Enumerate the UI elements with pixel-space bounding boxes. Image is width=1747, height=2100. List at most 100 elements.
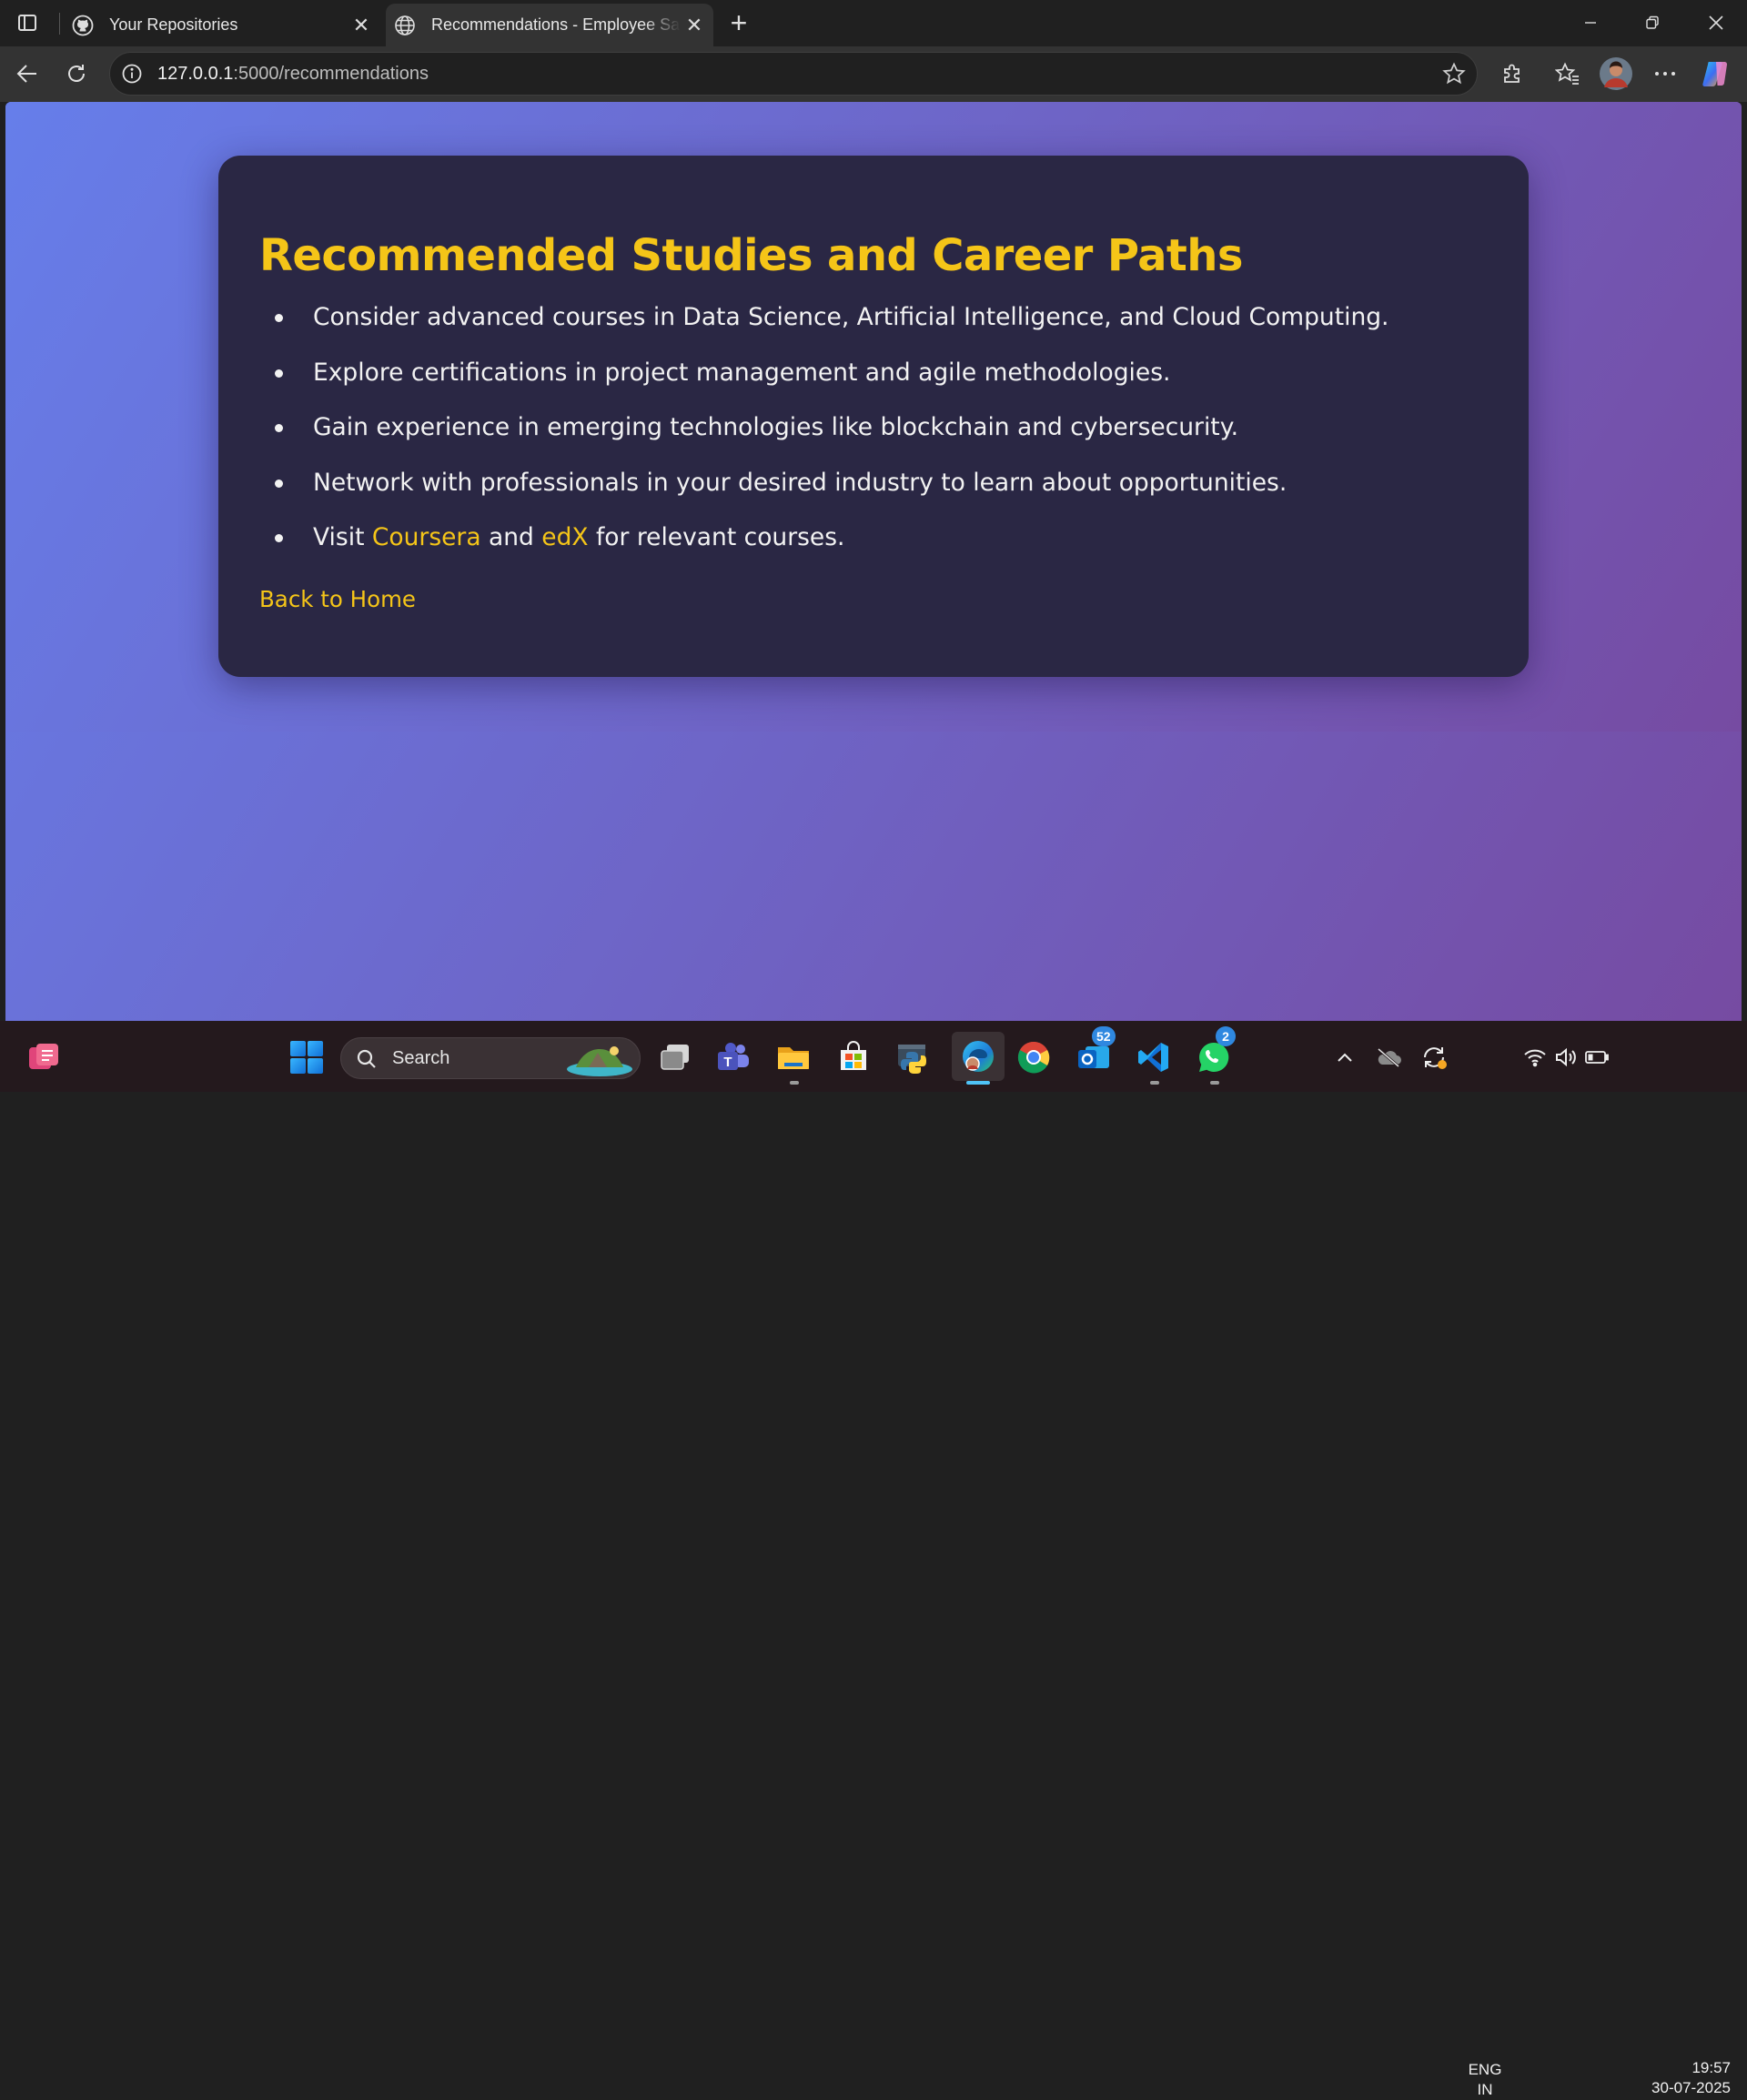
globe-icon (393, 14, 417, 37)
widgets-app-icon (29, 1044, 58, 1069)
edge-taskbar-button[interactable] (952, 1032, 1005, 1081)
new-tab-button[interactable]: + (722, 7, 755, 40)
visit-prefix: Visit (313, 523, 372, 551)
windows-logo-icon (290, 1041, 323, 1074)
close-tab-icon[interactable]: ✕ (348, 12, 375, 39)
volume-icon (1556, 1047, 1576, 1067)
refresh-button[interactable] (58, 56, 95, 92)
tab-actions-icon (18, 15, 36, 31)
taskbar-search[interactable]: Search (340, 1037, 641, 1079)
search-highlight-island-icon (567, 1046, 632, 1076)
language-indicator[interactable]: ENG IN (1463, 2060, 1507, 2100)
copilot-button[interactable] (1698, 56, 1734, 92)
teams-icon: T (718, 1043, 749, 1070)
list-item: Gain experience in emerging technologies… (272, 411, 1389, 467)
outlook-unread-badge: 52 (1092, 1026, 1116, 1046)
search-icon (357, 1049, 376, 1068)
close-tab-icon[interactable]: ✕ (681, 12, 708, 39)
clock-time: 19:57 (1691, 2059, 1731, 2076)
clock-date: 30-07-2025 (1651, 2079, 1731, 2096)
favorites-list-icon (1555, 62, 1579, 85)
clock[interactable]: 19:57 30-07-2025 (1629, 2058, 1731, 2098)
favorite-star-icon[interactable] (1442, 62, 1466, 86)
tab-strip: Your Repositories ✕ Recommendations - Em… (0, 0, 1747, 46)
more-dots-icon (1655, 72, 1675, 76)
recommendations-list: Consider advanced courses in Data Scienc… (272, 301, 1389, 577)
tab-recommendations[interactable]: Recommendations - Employee Salary Predic… (386, 4, 713, 46)
recommendations-card: Recommended Studies and Career Paths Con… (218, 156, 1529, 677)
whatsapp-unread-badge: 2 (1216, 1026, 1236, 1046)
tab-your-repositories[interactable]: Your Repositories ✕ (64, 4, 380, 46)
vscode-icon (1138, 1043, 1168, 1072)
sync-icon (1424, 1047, 1447, 1069)
restore-button[interactable] (1621, 0, 1683, 45)
microsoft-store-button[interactable] (832, 1035, 875, 1079)
active-app-indicator (966, 1081, 990, 1085)
svg-text:T: T (723, 1055, 732, 1070)
wifi-icon (1524, 1049, 1546, 1067)
profile-button[interactable] (1598, 56, 1634, 92)
back-to-home-link[interactable]: Back to Home (259, 586, 416, 612)
file-explorer-button[interactable] (772, 1035, 815, 1079)
widgets-button[interactable] (22, 1035, 66, 1079)
edge-icon (963, 1041, 994, 1072)
tab-title: Your Repositories (109, 15, 238, 34)
edx-link[interactable]: edX (541, 523, 588, 551)
folder-icon (778, 1047, 809, 1069)
start-button[interactable] (285, 1035, 328, 1079)
taskbar: Search T 52 2 ENG IN 19:57 30-07-2025 (0, 1021, 1747, 2098)
url-text[interactable]: 127.0.0.1:5000/recommendations (157, 64, 429, 85)
site-info-icon[interactable] (121, 63, 143, 85)
list-item: Consider advanced courses in Data Scienc… (272, 301, 1389, 357)
tab-title: Recommendations - Employee Salary Predic… (431, 15, 681, 34)
visit-suffix: for relevant courses. (588, 523, 845, 551)
coursera-link[interactable]: Coursera (372, 523, 481, 551)
tab-actions-button[interactable] (11, 9, 44, 36)
address-bar[interactable]: 127.0.0.1:5000/recommendations (109, 52, 1478, 96)
url-host: 127.0.0.1 (157, 64, 234, 84)
back-button[interactable] (9, 56, 45, 92)
restore-icon (1646, 15, 1659, 29)
cloud-offline-icon (1378, 1047, 1401, 1067)
url-path: :5000/recommendations (233, 64, 429, 84)
favorites-button[interactable] (1550, 56, 1586, 92)
task-view-button[interactable] (653, 1035, 697, 1079)
back-arrow-icon (16, 65, 36, 83)
tab-divider (59, 13, 60, 35)
close-window-button[interactable] (1685, 0, 1747, 45)
page-body: Recommended Studies and Career Paths Con… (5, 102, 1742, 732)
task-view-icon (661, 1045, 689, 1070)
page-viewport: Recommended Studies and Career Paths Con… (5, 102, 1742, 1021)
store-icon (841, 1041, 866, 1070)
onedrive-button[interactable] (1367, 1035, 1410, 1079)
close-icon (1709, 15, 1723, 30)
settings-more-button[interactable] (1647, 56, 1683, 92)
chrome-icon (1017, 1042, 1050, 1074)
list-item: Network with professionals in your desir… (272, 467, 1389, 522)
running-indicator (790, 1081, 799, 1085)
chevron-up-icon (1338, 1053, 1352, 1062)
browser-toolbar: 127.0.0.1:5000/recommendations (0, 46, 1747, 102)
vscode-button[interactable] (1132, 1035, 1176, 1079)
list-item: Visit Coursera and edX for relevant cour… (272, 521, 1389, 577)
page-title: Recommended Studies and Career Paths (259, 230, 1243, 281)
and-text: and (480, 523, 542, 551)
python-icon (898, 1045, 926, 1074)
region-code: IN (1477, 2081, 1493, 2098)
extensions-button[interactable] (1494, 56, 1530, 92)
search-label: Search (392, 1048, 450, 1068)
python-launcher-button[interactable] (892, 1035, 935, 1079)
copilot-icon (1702, 62, 1727, 86)
minimize-icon (1585, 22, 1596, 24)
language-code: ENG (1468, 2061, 1502, 2078)
chrome-button[interactable] (1012, 1035, 1055, 1079)
list-item: Explore certifications in project manage… (272, 357, 1389, 412)
teams-button[interactable]: T (712, 1035, 755, 1079)
show-hidden-icons-button[interactable] (1323, 1035, 1367, 1079)
extensions-puzzle-icon (1504, 64, 1520, 83)
refresh-icon (68, 65, 85, 82)
sync-button[interactable] (1412, 1035, 1456, 1079)
running-indicator (1210, 1081, 1219, 1085)
minimize-button[interactable] (1560, 0, 1621, 45)
quick-settings-button[interactable] (1516, 1035, 1616, 1079)
